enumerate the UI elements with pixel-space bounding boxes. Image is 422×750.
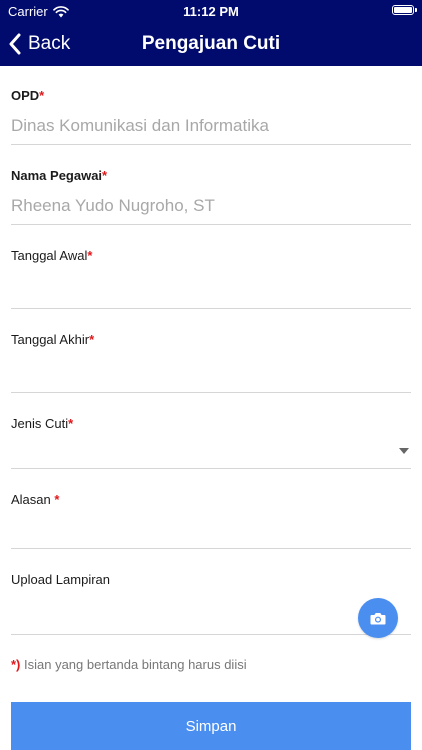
nama-pegawai-field[interactable]: Nama Pegawai* Rheena Yudo Nugroho, ST	[11, 160, 411, 226]
jenis-cuti-divider	[11, 468, 411, 469]
note-marker: *)	[11, 657, 21, 672]
upload-camera-button[interactable]	[358, 598, 398, 638]
nama-pegawai-value: Rheena Yudo Nugroho, ST	[11, 196, 215, 215]
required-marker: *	[102, 168, 108, 183]
navigation-bar: Back Pengajuan Cuti	[0, 22, 422, 66]
nama-pegawai-label-text: Nama Pegawai	[11, 168, 103, 183]
tanggal-awal-label-text: Tanggal Awal	[11, 248, 88, 263]
required-marker: *	[68, 416, 74, 431]
upload-lampiran-divider	[11, 634, 411, 635]
alasan-field[interactable]: Alasan *	[11, 484, 411, 550]
required-marker: *	[54, 492, 60, 507]
tanggal-awal-label: Tanggal Awal*	[11, 248, 92, 263]
nama-pegawai-label: Nama Pegawai*	[11, 168, 107, 183]
battery-icon	[392, 5, 417, 15]
status-time: 11:12 PM	[183, 4, 239, 19]
app-header: Carrier 11:12 PM Back Pengajuan Cuti	[0, 0, 422, 66]
status-bar: Carrier 11:12 PM	[0, 0, 422, 22]
nama-pegawai-divider	[11, 224, 411, 225]
required-marker: *	[89, 332, 95, 347]
submit-button[interactable]: Simpan	[11, 702, 411, 750]
tanggal-akhir-label-text: Tanggal Akhir	[11, 332, 90, 347]
required-marker: *	[87, 248, 93, 263]
battery-level	[394, 7, 412, 13]
tanggal-akhir-label: Tanggal Akhir*	[11, 332, 94, 347]
tanggal-akhir-field[interactable]: Tanggal Akhir*	[11, 324, 411, 394]
upload-lampiran-field: Upload Lampiran	[11, 564, 411, 636]
opd-label-text: OPD	[11, 88, 40, 103]
tanggal-akhir-divider	[11, 392, 411, 393]
opd-divider	[11, 144, 411, 145]
upload-lampiran-label: Upload Lampiran	[11, 572, 111, 587]
alasan-divider	[11, 548, 411, 549]
opd-field[interactable]: OPD* Dinas Komunikasi dan Informatika	[11, 80, 411, 146]
jenis-cuti-label-text: Jenis Cuti	[11, 416, 69, 431]
jenis-cuti-label: Jenis Cuti*	[11, 416, 73, 431]
tanggal-awal-divider	[11, 308, 411, 309]
chevron-down-icon[interactable]	[399, 448, 409, 454]
required-marker: *	[39, 88, 45, 103]
tanggal-awal-field[interactable]: Tanggal Awal*	[11, 240, 411, 310]
chevron-left-icon	[9, 33, 21, 55]
alasan-label-text: Alasan	[11, 492, 55, 507]
jenis-cuti-dropdown[interactable]: Jenis Cuti*	[11, 408, 411, 470]
back-button[interactable]: Back	[8, 22, 70, 66]
opd-value: Dinas Komunikasi dan Informatika	[11, 116, 269, 135]
required-fields-note: *) Isian yang bertanda bintang harus dii…	[11, 657, 247, 672]
opd-label: OPD*	[11, 88, 44, 103]
alasan-label: Alasan *	[11, 492, 59, 507]
back-button-label: Back	[28, 33, 71, 54]
note-text: Isian yang bertanda bintang harus diisi	[20, 657, 247, 672]
camera-icon	[370, 612, 386, 624]
